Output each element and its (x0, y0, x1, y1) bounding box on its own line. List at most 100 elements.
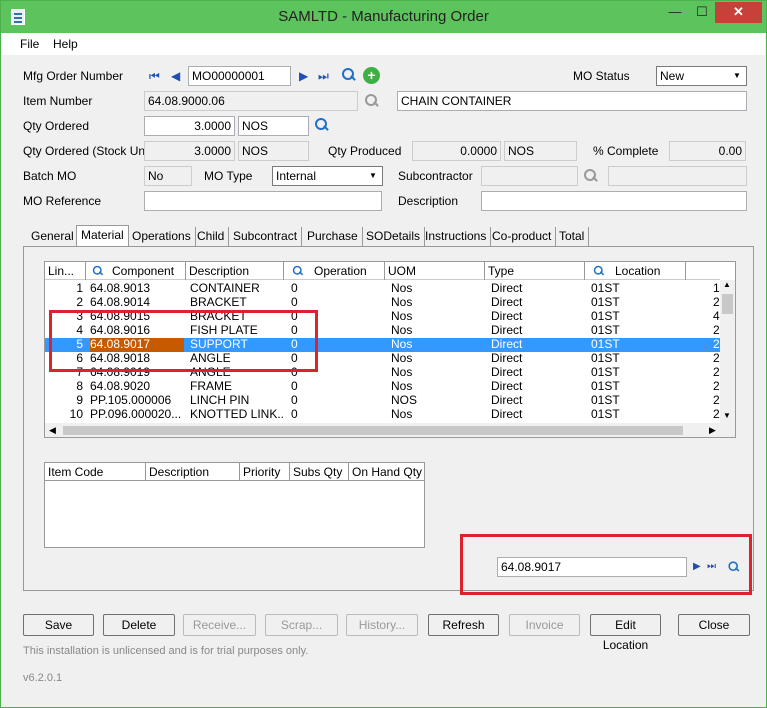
cell-uom: Nos (391, 282, 413, 295)
next-record-icon[interactable]: ▶ (299, 69, 308, 83)
tab-co-product[interactable]: Co-product (488, 227, 557, 246)
table-row[interactable]: 9 PP.105.000006 LINCH PIN 0 NOS Direct 01ST 2 (45, 394, 720, 408)
qty-ordered-input[interactable]: 3.0000 (144, 116, 235, 136)
cell-n: 10 (69, 408, 83, 421)
cell-uom: Nos (391, 338, 413, 351)
col-location[interactable]: Location (585, 262, 686, 280)
previous-record-icon[interactable]: ◀ (171, 69, 180, 83)
tab-purchase[interactable]: Purchase (303, 227, 363, 246)
mo-reference-input[interactable] (144, 191, 382, 211)
mo-status-label: MO Status (573, 69, 630, 83)
item-search-icon[interactable] (364, 93, 380, 109)
table-row[interactable]: 2 64.08.9014 BRACKET 0 Nos Direct 01ST 2 (45, 296, 720, 310)
table-row[interactable]: 8 64.08.9020 FRAME 0 Nos Direct 01ST 2 (45, 380, 720, 394)
menu-file[interactable]: File (20, 37, 39, 51)
item-description-field[interactable]: CHAIN CONTAINER (397, 91, 747, 111)
cell-comp: 64.08.9014 (90, 296, 151, 309)
qty-produced-unit-field: NOS (504, 141, 577, 161)
cell-uom: Nos (391, 310, 413, 323)
first-record-icon[interactable]: ⏮ (149, 69, 160, 83)
save-button[interactable]: Save (23, 614, 94, 636)
cell-x: 2 (713, 352, 720, 365)
subcontractor-field (481, 166, 578, 186)
scroll-up-icon[interactable]: ▲ (723, 280, 731, 289)
col-uom[interactable]: UOM (385, 262, 485, 280)
table-row[interactable]: 10 PP.096.000020... KNOTTED LINK... 0 Nos Dir… (45, 408, 720, 422)
col-operation[interactable]: Operation (284, 262, 385, 280)
close-window-button[interactable]: ✕ (715, 2, 762, 23)
minimize-button[interactable]: — (662, 2, 688, 23)
cell-desc: LINCH PIN (190, 394, 250, 407)
add-icon[interactable]: + (363, 67, 380, 84)
mo-status-select[interactable]: New ▼ (656, 66, 747, 86)
cell-op: 0 (291, 282, 298, 295)
col-component-label: Component (112, 264, 175, 278)
last-record-icon[interactable]: ⏭ (318, 69, 329, 83)
subcontractor-search-icon[interactable] (583, 168, 599, 184)
col-operation-label: Operation (314, 264, 367, 278)
col-description[interactable]: Description (186, 262, 284, 280)
cell-uom: Nos (391, 352, 413, 365)
qty-stock-unit-field: NOS (238, 141, 309, 161)
invoice-button[interactable]: Invoice (509, 614, 580, 636)
cell-n: 2 (76, 296, 83, 309)
mo-type-select[interactable]: Internal ▼ (272, 166, 383, 186)
cell-type: Direct (491, 394, 523, 407)
scroll-down-icon[interactable]: ▼ (723, 411, 731, 420)
chevron-down-icon: ▼ (733, 71, 741, 80)
history-button[interactable]: History... (346, 614, 418, 636)
tab-total[interactable]: Total (555, 227, 590, 246)
col-priority[interactable]: Priority (240, 463, 290, 481)
cell-desc: CONTAINER (190, 282, 260, 295)
menu-help[interactable]: Help (53, 37, 78, 51)
tab-subcontract[interactable]: Subcontract (229, 227, 303, 246)
receive-button[interactable]: Receive... (183, 614, 256, 636)
cell-desc: FRAME (190, 380, 232, 393)
horizontal-scrollbar[interactable]: ◀ ▶ (45, 423, 735, 437)
scroll-left-icon[interactable]: ◀ (49, 425, 56, 436)
col-line[interactable]: Lin... (45, 262, 86, 280)
vertical-scrollbar[interactable]: ▲ ▼ (720, 280, 735, 423)
tab-instructions[interactable]: Instructions (421, 227, 492, 246)
tab-operations[interactable]: Operations (128, 227, 196, 246)
cell-op: 0 (291, 296, 298, 309)
tab-general[interactable]: General (27, 227, 79, 246)
hscroll-thumb[interactable] (63, 426, 683, 435)
batch-mo-label: Batch MO (23, 169, 77, 183)
table-row[interactable]: 1 64.08.9013 CONTAINER 0 Nos Direct 01ST 1 (45, 282, 720, 296)
tab-sodetails[interactable]: SODetails (362, 227, 426, 246)
tab-material[interactable]: Material (76, 225, 129, 246)
edit-location-button[interactable]: Edit Location (590, 614, 661, 652)
scrap-button[interactable]: Scrap... (265, 614, 338, 636)
col-item-code[interactable]: Item Code (45, 463, 146, 481)
col-sub-description[interactable]: Description (146, 463, 240, 481)
scroll-right-icon[interactable]: ▶ (709, 425, 716, 436)
substitute-grid[interactable]: Item Code Description Priority Subs Qty … (44, 462, 425, 548)
delete-button[interactable]: Delete (103, 614, 175, 636)
cell-loc: 01ST (591, 296, 620, 309)
refresh-button[interactable]: Refresh (428, 614, 499, 636)
col-on-hand-qty[interactable]: On Hand Qty (349, 463, 425, 481)
maximize-button[interactable]: ☐ (689, 2, 715, 23)
item-number-label: Item Number (23, 94, 93, 108)
cell-type: Direct (491, 338, 523, 351)
col-component[interactable]: Component (86, 262, 186, 280)
scroll-thumb[interactable] (722, 294, 733, 314)
description-input[interactable] (481, 191, 747, 211)
cell-uom: NOS (391, 394, 418, 407)
cell-x: 2 (713, 408, 720, 421)
close-button[interactable]: Close (678, 614, 750, 636)
unit-search-icon[interactable] (314, 117, 330, 133)
col-location-label: Location (615, 264, 661, 278)
col-subs-qty[interactable]: Subs Qty (290, 463, 349, 481)
mfg-order-input[interactable]: MO00000001 (188, 66, 291, 86)
subcontractor-name-field (608, 166, 747, 186)
tab-child[interactable]: Child (193, 227, 230, 246)
col-type[interactable]: Type (485, 262, 585, 280)
cell-x: 2 (713, 296, 720, 309)
cell-loc: 01ST (591, 408, 620, 421)
cell-x: 2 (713, 324, 720, 337)
search-icon[interactable] (341, 67, 357, 83)
cell-loc: 01ST (591, 338, 620, 351)
qty-unit-input[interactable]: NOS (238, 116, 309, 136)
